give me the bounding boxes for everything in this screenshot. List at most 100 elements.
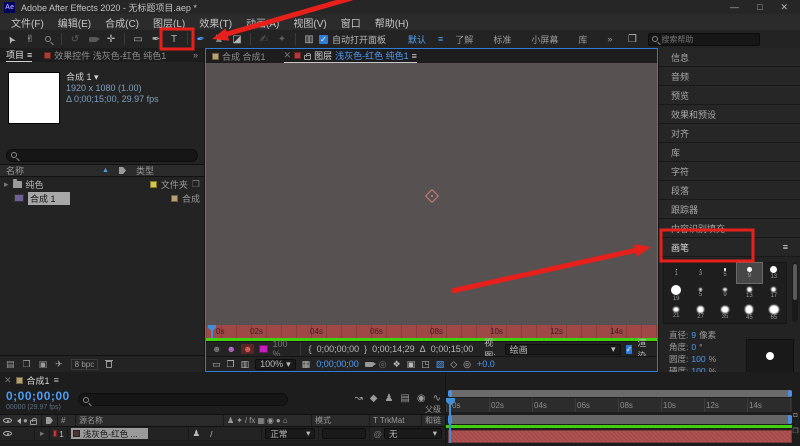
snapshot-icon[interactable] (365, 362, 373, 367)
new-composition-icon[interactable]: ▣ (39, 359, 48, 370)
frame-blending-icon[interactable]: ▤ (400, 393, 409, 404)
close-button[interactable]: ✕ (780, 2, 788, 13)
label-swatch[interactable] (171, 195, 178, 202)
pickwhip-icon[interactable]: @ (373, 429, 382, 439)
brush-preset-35-soft[interactable]: 35 (713, 303, 737, 323)
view-dropdown[interactable]: 绘画▾ (505, 344, 621, 355)
menu-file[interactable]: 文件(F) (4, 15, 51, 30)
roundness-value[interactable]: 100 (691, 354, 705, 364)
work-area-bar[interactable] (448, 415, 792, 424)
magnification-dropdown[interactable]: 100%▾ (255, 359, 296, 370)
diameter-value[interactable]: 9 (691, 330, 696, 340)
project-row-comp1[interactable]: 合成 1 合成 (0, 191, 204, 205)
camera-tool-icon[interactable] (85, 32, 101, 47)
panel-menu-icon[interactable]: ≡ (27, 50, 32, 60)
viewer-current-time[interactable]: 0;00;00;00 (316, 359, 359, 369)
paint-duration-constant-icon[interactable]: ☻ (212, 344, 221, 354)
pen-tool-icon[interactable]: ✒ (148, 32, 164, 47)
workspace-menu-icon[interactable]: ≡ (436, 34, 445, 44)
brushes-scrollbar[interactable] (792, 262, 798, 322)
layer-label-cell[interactable]: ▸ (35, 427, 49, 440)
trkmat-column-header[interactable]: T TrkMat (370, 415, 422, 426)
brush-tool-icon[interactable]: ✒ (192, 30, 210, 48)
graph-editor-icon[interactable]: ∿ (433, 393, 441, 404)
brush-preset-5-soft[interactable]: 5 (688, 283, 712, 303)
panel-menu-icon[interactable]: ≡ (412, 51, 417, 61)
paint-color-swatch[interactable] (259, 345, 267, 353)
trash-icon[interactable] (106, 361, 112, 368)
comp-marker-bin-icon[interactable]: ◘ (793, 412, 797, 419)
out-point-icon[interactable]: } (364, 344, 367, 354)
mode-column-header[interactable]: 模式 (312, 415, 370, 426)
motion-blur-icon[interactable]: ◉ (417, 393, 426, 404)
time-navigator-bar[interactable] (448, 390, 792, 397)
show-snapshot-icon[interactable]: ◎ (379, 359, 387, 370)
maximize-button[interactable]: □ (757, 2, 762, 13)
show-channel-icon[interactable]: ❖ (393, 359, 401, 370)
project-search[interactable] (6, 149, 198, 162)
capture-panel-icon[interactable]: ❐ (624, 32, 640, 47)
tab-character[interactable]: 字符 (659, 162, 800, 181)
help-search-input[interactable] (661, 35, 747, 44)
column-name[interactable]: 名称 (6, 164, 24, 177)
layer-label-swatch[interactable] (53, 430, 57, 437)
menu-composition[interactable]: 合成(C) (98, 15, 146, 30)
workspace-standard[interactable]: 标准 (483, 33, 521, 46)
zoom-tool-icon[interactable] (40, 32, 56, 47)
hide-shy-icon[interactable]: ♟ (384, 393, 393, 404)
menu-animation[interactable]: 动画(A) (239, 15, 286, 30)
layer-mode-cell[interactable]: 正常▾ (262, 427, 319, 440)
paint-duration-single-icon[interactable]: ☻ (241, 344, 254, 354)
color-depth-button[interactable]: 8 bpc (71, 359, 99, 370)
layer-row[interactable]: ▸ 1 浅灰色-红色 ... ♟/ 正常▾ @无▾ (0, 427, 445, 441)
new-folder-icon[interactable]: ❐ (23, 359, 31, 370)
grid-guides-icon[interactable]: ▦ (302, 359, 311, 370)
draft-3d-icon[interactable]: ◆ (370, 393, 378, 404)
column-type[interactable]: 类型 (136, 164, 154, 177)
auto-open-panels-checkbox[interactable]: ✓ 自动打开面板 (319, 33, 386, 46)
tab-libraries[interactable]: 库 (659, 143, 800, 162)
project-row-solids[interactable]: ▸ 纯色 文件夹 ❐ (0, 177, 204, 191)
roto-brush-tool-icon[interactable]: ✍ (256, 32, 272, 47)
parent-link-column-header[interactable]: 父级和链接 (422, 415, 445, 426)
out-point-time[interactable]: 0;00;14;29 (372, 344, 415, 354)
brush-preset-9-soft[interactable]: 9 (713, 283, 737, 303)
tab-brushes[interactable]: 画笔 ≡ (659, 238, 800, 257)
timeline-tab-label[interactable]: 合成1 (27, 374, 50, 387)
rectangle-tool-icon[interactable]: ▭ (130, 32, 146, 47)
project-search-input[interactable] (20, 151, 193, 160)
mini-flowchart-icon[interactable]: ↝ (354, 393, 362, 404)
label-column-icon[interactable] (119, 167, 126, 174)
layer-name-cell[interactable]: 浅灰色-红色 ... (68, 427, 190, 440)
tab-tracker[interactable]: 跟踪器 (659, 200, 800, 219)
workspace-panel-icon[interactable]: ▥ (301, 32, 317, 47)
exposure-icon[interactable]: ◎ (463, 359, 471, 370)
tab-paragraph[interactable]: 段落 (659, 181, 800, 200)
layer-duration-bar[interactable] (448, 430, 792, 443)
timeline-graph-area[interactable]: 0s 02s 04s 06s 08s 10s 12s 14s ◘ ❐ (445, 372, 800, 446)
menu-view[interactable]: 视图(V) (286, 15, 333, 30)
help-search[interactable] (648, 33, 760, 46)
menu-help[interactable]: 帮助(H) (368, 15, 416, 30)
clone-stamp-tool-icon[interactable]: ♜ (211, 32, 227, 47)
anchor-point-crosshair[interactable] (425, 189, 439, 203)
brush-preset-17-soft[interactable]: 17 (762, 283, 786, 303)
in-point-time[interactable]: 0;00;00;00 (317, 344, 360, 354)
label-swatch[interactable] (150, 181, 157, 188)
brush-preset-5[interactable]: 5 (713, 263, 737, 283)
comp-button-icon[interactable]: ❐ (792, 427, 798, 435)
workspace-libraries[interactable]: 库 (568, 33, 597, 46)
tab-project[interactable]: 项目 ≡ (6, 48, 32, 62)
layer-switches-cell[interactable]: ♟/ (189, 427, 262, 440)
tab-audio[interactable]: 音频 (659, 67, 800, 86)
rotation-tool-icon[interactable]: ↺ (67, 32, 83, 47)
workspace-small-screen[interactable]: 小屏幕 (521, 33, 568, 46)
resolution-icon[interactable]: ▣ (407, 359, 416, 370)
close-tab-icon[interactable]: ✕ (284, 50, 292, 61)
close-tab-icon[interactable]: ✕ (4, 375, 12, 386)
layer-parent-cell[interactable]: @无▾ (370, 427, 445, 440)
eraser-tool-icon[interactable]: ◪ (229, 32, 245, 47)
brush-preset-1[interactable]: 1 (664, 263, 688, 283)
expand-icon[interactable]: ▸ (4, 179, 9, 190)
source-name-column-header[interactable]: 源名称 (76, 415, 224, 426)
